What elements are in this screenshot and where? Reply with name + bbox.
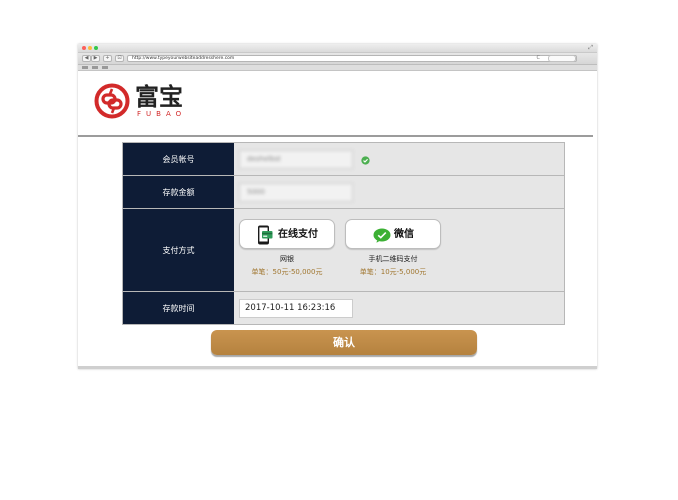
online-payment-limit: 单笔：50元-50,000元 <box>251 268 323 276</box>
deposit-time-row: 存款时间 2017-10-11 16:23:16 <box>123 292 564 324</box>
member-account-input[interactable]: deshelbst <box>239 150 353 169</box>
bookmark-icon[interactable] <box>82 66 88 69</box>
fullscreen-icon[interactable]: ⤢ <box>588 44 593 52</box>
wechat-payment-label: 微信 <box>394 229 414 240</box>
wechat-payment-button[interactable]: 微信 <box>345 219 441 249</box>
url-text: http://www.typeyourwebsiteaddresshere.co… <box>132 56 235 61</box>
online-payment-name: 网银 <box>280 255 294 263</box>
wechat-icon <box>373 228 391 243</box>
maximize-window-button[interactable] <box>94 46 98 50</box>
minimize-window-button[interactable] <box>88 46 92 50</box>
search-field[interactable] <box>548 55 576 62</box>
top-sites-icon[interactable] <box>102 66 108 69</box>
payment-method-label: 支付方式 <box>123 209 234 291</box>
deposit-amount-input[interactable]: 5000 <box>239 183 353 202</box>
member-account-cell: deshelbst <box>234 143 564 175</box>
wechat-payment-name: 手机二维码支付 <box>368 255 418 263</box>
logo-english-name: FUBAO <box>137 110 187 118</box>
reload-icon[interactable]: C <box>537 56 541 61</box>
verified-check-icon <box>361 156 370 165</box>
member-account-row: 会员帐号 deshelbst <box>123 143 564 176</box>
confirm-button[interactable]: 确认 <box>211 330 477 355</box>
logo-chinese-name: 富宝 <box>135 83 183 111</box>
site-header: 富宝 FUBAO <box>78 70 597 133</box>
close-window-button[interactable] <box>82 46 86 50</box>
deposit-amount-row: 存款金额 5000 <box>123 176 564 209</box>
new-tab-button[interactable]: + <box>103 55 112 62</box>
deposit-amount-cell: 5000 <box>234 176 564 208</box>
browser-window: ⤢ ◀ ▶ + ⊡ http://www.typeyourwebsiteaddr… <box>78 44 597 369</box>
back-button[interactable]: ◀ <box>82 55 91 62</box>
payment-method-row: 支付方式 在线支付 微信 网银 单笔：50元-50,000元 手机二维码支付 单… <box>123 209 564 292</box>
deposit-time-label: 存款时间 <box>123 292 234 324</box>
fubao-logo-mark-icon <box>94 83 130 119</box>
online-payment-label: 在线支付 <box>278 229 318 240</box>
deposit-amount-label: 存款金额 <box>123 176 234 208</box>
deposit-form: 会员帐号 deshelbst 存款金额 5000 支付方式 在线支付 微信 网银… <box>122 142 565 325</box>
share-button[interactable]: ⊡ <box>115 55 124 62</box>
address-bar[interactable]: http://www.typeyourwebsiteaddresshere.co… <box>127 55 577 62</box>
deposit-time-input[interactable]: 2017-10-11 16:23:16 <box>239 299 353 318</box>
header-divider <box>78 135 593 137</box>
title-bar: ⤢ <box>78 44 597 53</box>
mobile-card-icon <box>258 225 273 245</box>
navigation-bar: ◀ ▶ + ⊡ http://www.typeyourwebsiteaddres… <box>78 53 597 65</box>
member-account-label: 会员帐号 <box>123 143 234 175</box>
forward-button[interactable]: ▶ <box>91 55 100 62</box>
wechat-payment-limit: 单笔：10元-5,000元 <box>359 268 427 276</box>
online-payment-button[interactable]: 在线支付 <box>239 219 335 249</box>
window-bottom-edge <box>78 366 597 369</box>
deposit-time-cell: 2017-10-11 16:23:16 <box>234 292 564 324</box>
reading-list-icon[interactable] <box>92 66 98 69</box>
payment-method-cell: 在线支付 微信 网银 单笔：50元-50,000元 手机二维码支付 单笔：10元… <box>234 209 564 291</box>
